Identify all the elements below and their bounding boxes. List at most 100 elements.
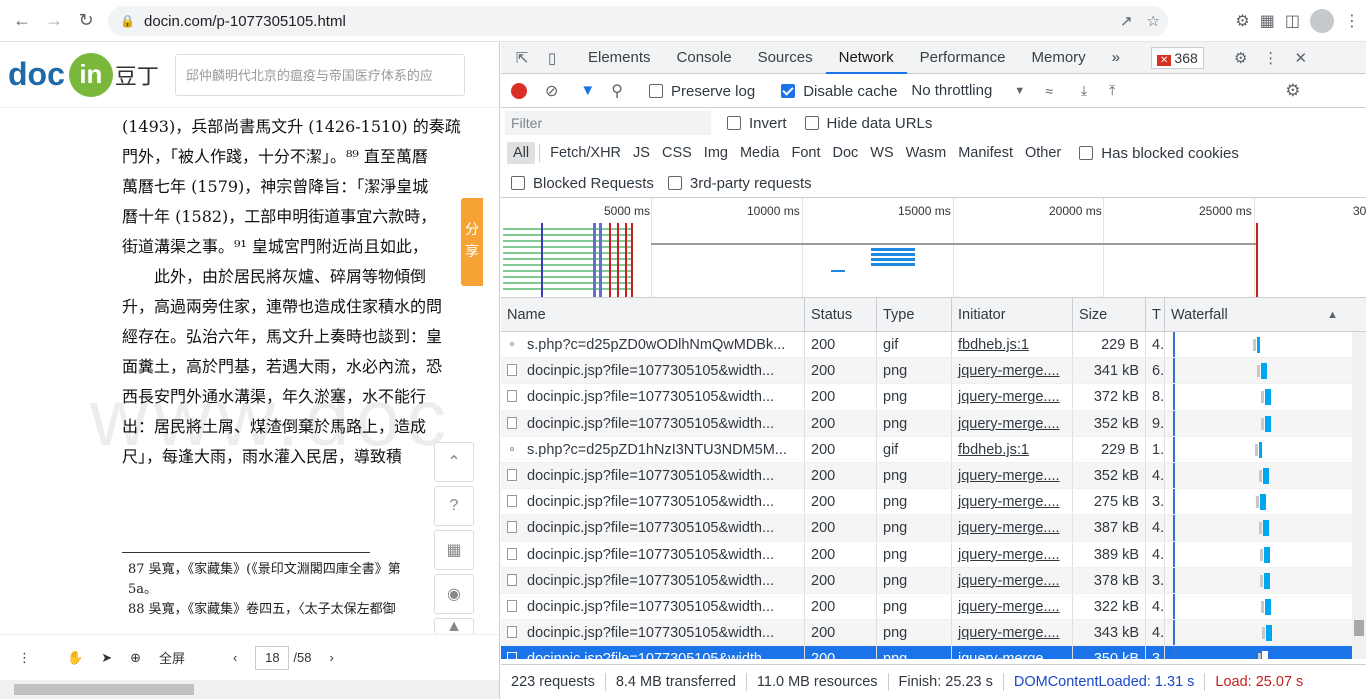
throttling-select[interactable]: No throttling [911, 82, 992, 99]
network-settings-icon[interactable]: ⚙ [1285, 81, 1300, 101]
column-type[interactable]: Type [877, 298, 952, 331]
request-initiator[interactable]: jquery-merge.... [952, 541, 1073, 567]
request-initiator[interactable]: jquery-merge.... [952, 646, 1073, 659]
type-filter-css[interactable]: CSS [656, 142, 698, 164]
request-initiator[interactable]: jquery-merge.... [952, 358, 1073, 384]
request-row[interactable]: s.php?c=d25pZD0wODlhNmQwMDBk... 200 gif fbd… [501, 332, 1366, 359]
request-row[interactable]: docinpic.jsp?file=1077305105&width... 200… [501, 410, 1366, 437]
request-initiator[interactable]: jquery-merge.... [952, 567, 1073, 593]
request-row[interactable]: s.php?c=d25pZD1hNzI3NTU3NDM5M... 200 gif fb… [501, 436, 1366, 463]
doc-search-input[interactable]: 邱仲麟明代北京的瘟疫与帝国医疗体系的应 [174, 53, 465, 96]
tab-console[interactable]: Console [664, 42, 745, 74]
column-size[interactable]: Size [1073, 298, 1146, 331]
request-initiator[interactable]: jquery-merge.... [952, 384, 1073, 410]
back-arrow-icon[interactable]: ← [6, 5, 38, 37]
has-blocked-cookies-checkbox[interactable]: Has blocked cookies [1079, 145, 1239, 162]
help-icon[interactable]: ? [434, 486, 474, 526]
docin-logo[interactable]: doc in 豆丁 [8, 52, 159, 97]
extension-icon[interactable]: ⚙ [1235, 11, 1249, 31]
request-row[interactable]: docinpic.jsp?file=1077305105&width... 200… [501, 567, 1366, 594]
tab-memory[interactable]: Memory [1019, 42, 1099, 74]
share-button[interactable]: 分享 [461, 198, 483, 286]
preserve-log-box[interactable] [648, 83, 663, 98]
request-row[interactable]: docinpic.jsp?file=1077305105&width... 200… [501, 489, 1366, 516]
request-initiator[interactable]: jquery-merge.... [952, 410, 1073, 436]
request-initiator[interactable]: jquery-merge.... [952, 489, 1073, 515]
request-initiator[interactable]: fbdheb.js:1 [952, 436, 1073, 462]
tab-performance[interactable]: Performance [907, 42, 1019, 74]
reload-icon[interactable]: ↻ [70, 5, 102, 37]
type-filter-ws[interactable]: WS [864, 142, 899, 164]
address-bar[interactable]: 🔒 docin.com/p-1077305105.html ↗ ☆ [108, 6, 1168, 36]
type-filter-media[interactable]: Media [734, 142, 786, 164]
column-name[interactable]: Name [501, 298, 805, 331]
filter-input[interactable]: Filter [505, 111, 711, 135]
type-filter-fetch-xhr[interactable]: Fetch/XHR [544, 142, 627, 164]
third-party-checkbox[interactable]: 3rd-party requests [667, 174, 812, 191]
column-time[interactable]: T [1146, 298, 1165, 331]
network-overview-timeline[interactable]: 5000 ms 10000 ms 15000 ms 20000 ms 25000… [501, 198, 1366, 298]
search-icon[interactable]: ⚲ [611, 81, 623, 101]
request-initiator[interactable]: fbdheb.js:1 [952, 332, 1073, 358]
request-row[interactable]: docinpic.jsp?file=1077305105&width... 200… [501, 620, 1366, 647]
column-initiator[interactable]: Initiator [952, 298, 1073, 331]
type-filter-doc[interactable]: Doc [826, 142, 864, 164]
third-party-box[interactable] [667, 175, 682, 190]
type-filter-font[interactable]: Font [785, 142, 826, 164]
error-count-badge[interactable]: ✕ 368 [1151, 46, 1204, 69]
extension-puzzle-icon[interactable]: ▦ [1260, 11, 1275, 31]
page-number-input[interactable]: 18 [255, 645, 290, 670]
blocked-requests-checkbox[interactable]: Blocked Requests [511, 174, 654, 191]
blocked-requests-box[interactable] [511, 175, 525, 190]
request-initiator[interactable]: jquery-merge.... [952, 593, 1073, 620]
fullscreen-button[interactable]: 全屏 [159, 648, 185, 667]
tab-network[interactable]: Network [825, 42, 907, 74]
share-icon[interactable]: ↗ [1120, 12, 1133, 30]
scrollbar-thumb[interactable] [14, 684, 194, 695]
disable-cache-checkbox[interactable]: Disable cache [781, 82, 897, 99]
request-row[interactable]: docinpic.jsp?file=1077305105&width... 200… [501, 358, 1366, 385]
next-page-icon[interactable]: › [329, 650, 333, 665]
inspect-element-icon[interactable]: ⇱ [507, 42, 537, 74]
bookmark-star-icon[interactable]: ☆ [1147, 12, 1160, 30]
clear-icon[interactable]: ⊘ [545, 81, 558, 101]
type-filter-img[interactable]: Img [698, 142, 734, 164]
type-filter-all[interactable]: All [507, 142, 536, 164]
filter-funnel-icon[interactable]: ▼ [580, 82, 595, 99]
column-status[interactable]: Status [805, 298, 877, 331]
prev-page-icon[interactable]: ‹ [233, 650, 237, 665]
vertical-scrollbar[interactable] [1352, 332, 1366, 659]
settings-gear-icon[interactable]: ⚙ [1226, 42, 1256, 74]
request-initiator[interactable]: jquery-merge.... [952, 620, 1073, 646]
browser-menu-icon[interactable]: ⋮ [1344, 11, 1360, 31]
hide-data-urls-checkbox[interactable]: Hide data URLs [804, 114, 932, 132]
request-initiator[interactable]: jquery-merge.... [952, 462, 1073, 489]
invert-checkbox[interactable]: Invert [727, 114, 787, 132]
preserve-log-checkbox[interactable]: Preserve log [648, 82, 755, 99]
request-row[interactable]: docinpic.jsp?file=1077305105&width... 200… [501, 541, 1366, 568]
more-menu-icon[interactable]: ⋮ [18, 650, 31, 666]
request-initiator[interactable]: jquery-merge.... [952, 515, 1073, 541]
column-waterfall[interactable]: Waterfall ▲ [1165, 298, 1352, 331]
request-row[interactable]: docinpic.jsp?file=1077305105&width... 200… [501, 593, 1366, 621]
type-filter-wasm[interactable]: Wasm [900, 142, 953, 164]
hide-data-urls-box[interactable] [804, 116, 819, 131]
qq-icon[interactable]: ▲ [434, 618, 474, 635]
disable-cache-box[interactable] [781, 83, 796, 98]
side-panel-icon[interactable]: ◫ [1285, 11, 1300, 31]
scrollbar-thumb[interactable] [1354, 620, 1364, 636]
wechat-icon[interactable]: ◉ [434, 574, 474, 614]
hand-tool-icon[interactable]: ✋ [67, 650, 83, 666]
qrcode-icon[interactable]: ▦ [434, 530, 474, 570]
network-conditions-icon[interactable]: ≈ [1045, 83, 1053, 99]
type-filter-manifest[interactable]: Manifest [952, 142, 1019, 164]
more-tabs-icon[interactable]: » [1099, 42, 1133, 74]
forward-arrow-icon[interactable]: → [38, 5, 70, 37]
throttling-dropdown-icon[interactable]: ▼ [1014, 85, 1025, 97]
request-row[interactable]: docinpic.jsp?file=1077305105&width... 200… [501, 515, 1366, 542]
request-row[interactable]: docinpic.jsp?file=1077305105&width... 200… [501, 462, 1366, 490]
close-devtools-icon[interactable]: ✕ [1286, 42, 1316, 74]
invert-box[interactable] [727, 116, 741, 131]
type-filter-js[interactable]: JS [627, 142, 656, 164]
type-filter-other[interactable]: Other [1019, 142, 1067, 164]
